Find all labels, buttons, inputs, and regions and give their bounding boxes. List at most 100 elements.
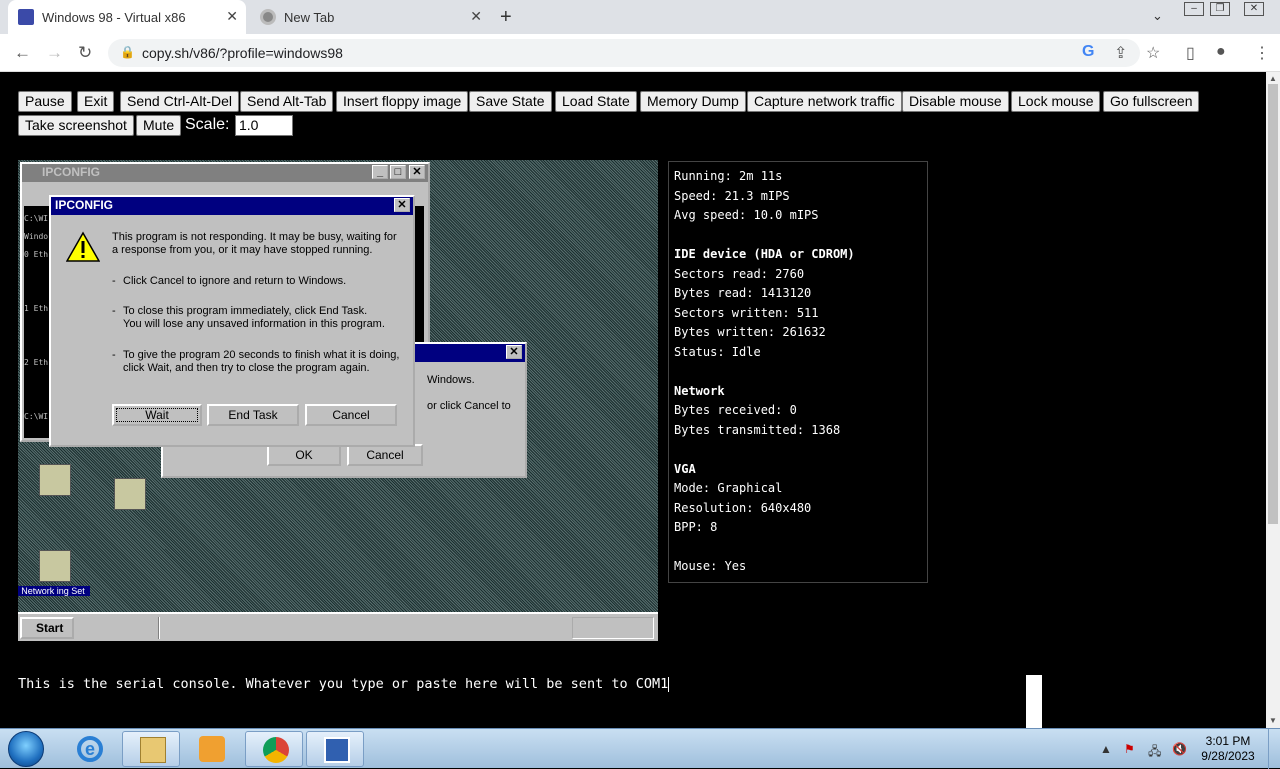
stat-bpp: BPP: 8 [674, 520, 718, 534]
lock-mouse-button[interactable]: Lock mouse [1011, 91, 1101, 112]
profile-avatar-icon[interactable]: ● [1216, 43, 1226, 61]
show-desktop-button[interactable] [1268, 729, 1280, 769]
back-arrow-icon[interactable]: ← [14, 43, 31, 63]
lock-icon[interactable]: 🔒 [120, 45, 135, 59]
tab-new-tab[interactable]: New Tab ✕ [250, 0, 490, 34]
dialog-titlebar[interactable]: IPCONFIG ✕ [51, 197, 413, 215]
console-maximize-icon[interactable]: □ [390, 165, 406, 179]
end-task-button[interactable]: End Task [207, 404, 299, 426]
console-titlebar[interactable]: IPCONFIG _ □ ✕ [22, 164, 428, 182]
close-tab-icon[interactable]: ✕ [470, 8, 482, 25]
serial-console[interactable]: This is the serial console. Whatever you… [18, 674, 1042, 730]
close-window-icon[interactable]: ✕ [1244, 2, 1264, 16]
cancel-button[interactable]: Cancel [305, 404, 397, 426]
serial-console-scrollbar[interactable] [1026, 675, 1042, 728]
disable-mouse-button[interactable]: Disable mouse [902, 91, 1009, 112]
go-fullscreen-button[interactable]: Go fullscreen [1103, 91, 1200, 112]
start-label: Start [36, 621, 64, 635]
volume-muted-icon[interactable]: 🔇 [1172, 742, 1187, 756]
serial-console-text: This is the serial console. Whatever you… [18, 676, 669, 692]
v86-favicon-icon [18, 9, 34, 25]
taskbar-divider [158, 617, 160, 639]
insert-floppy-button[interactable]: Insert floppy image [336, 91, 469, 112]
send-ctrl-alt-del-button[interactable]: Send Ctrl-Alt-Del [120, 91, 240, 112]
address-bar[interactable]: 🔒 copy.sh/v86/?profile=windows98 [108, 39, 1140, 67]
share-icon[interactable]: ⇪ [1114, 43, 1127, 63]
desktop-icon-networking[interactable] [39, 550, 71, 582]
stat-avg-speed: Avg speed: 10.0 mIPS [674, 208, 819, 222]
stat-bytes-transmitted: Bytes transmitted: 1368 [674, 422, 841, 437]
stat-mode: Mode: Graphical [674, 481, 783, 495]
tab-title: Windows 98 - Virtual x86 [42, 9, 186, 25]
tab-windows98[interactable]: Windows 98 - Virtual x86 ✕ [8, 0, 246, 34]
taskbar-chrome[interactable] [245, 731, 303, 767]
desktop-icon-network[interactable] [114, 478, 146, 510]
show-hidden-icons-icon[interactable]: ▲ [1100, 742, 1112, 756]
minimize-window-icon[interactable]: – [1184, 2, 1204, 16]
scroll-thumb[interactable] [1268, 84, 1278, 524]
take-screenshot-button[interactable]: Take screenshot [18, 115, 134, 136]
internet-explorer-icon: e [77, 736, 103, 762]
send-alt-tab-button[interactable]: Send Alt-Tab [240, 91, 334, 112]
taskbar-explorer[interactable] [122, 731, 180, 767]
system-clock[interactable]: 3:01 PM 9/28/2023 [1196, 734, 1260, 764]
console-title: IPCONFIG [42, 165, 101, 179]
mute-button[interactable]: Mute [136, 115, 182, 136]
taskbar-media-player[interactable] [182, 731, 240, 767]
action-center-icon[interactable]: ⚑ [1124, 742, 1135, 756]
scale-input[interactable]: 1.0 [235, 115, 293, 136]
stat-bytes-received: Bytes received: 0 [674, 403, 797, 417]
desktop-icon-label[interactable]: Network ing Set [18, 586, 90, 596]
tab-search-chevron-icon[interactable]: ⌄ [1152, 8, 1163, 24]
bullet-dash: - [112, 305, 116, 317]
load-state-button[interactable]: Load State [555, 91, 637, 112]
new-tab-plus-icon[interactable]: + [500, 6, 512, 29]
ok-button[interactable]: OK [267, 444, 341, 466]
taskbar-rdp[interactable] [306, 731, 364, 767]
save-state-button[interactable]: Save State [469, 91, 552, 112]
network-icon[interactable]: 🖧 [1148, 742, 1161, 763]
console-minimize-icon[interactable]: _ [372, 165, 388, 179]
stat-mouse: Mouse: Yes [674, 559, 747, 573]
windows-start-orb-icon[interactable] [8, 731, 44, 767]
vm-screen[interactable]: IPCONFIG _ □ ✕ C:\WI Windo 0 Eth 1 Eth 2… [18, 160, 658, 641]
console-line: C:\WI [24, 412, 49, 421]
console-close-icon[interactable]: ✕ [409, 165, 425, 179]
clock-date: 9/28/2023 [1201, 749, 1255, 763]
remote-desktop-icon [324, 737, 350, 763]
scroll-up-icon[interactable]: ▲ [1269, 74, 1277, 83]
bookmark-star-icon[interactable]: ☆ [1146, 43, 1160, 63]
forward-arrow-icon[interactable]: → [46, 43, 63, 63]
chrome-favicon-icon [260, 9, 276, 25]
google-icon[interactable]: G [1082, 43, 1094, 61]
secondary-cancel-button[interactable]: Cancel [347, 444, 423, 466]
not-responding-dialog[interactable]: IPCONFIG ✕ This program is not respondin… [49, 195, 415, 447]
emulator-stats-panel: Running: 2m 11s Speed: 21.3 mIPS Avg spe… [668, 161, 928, 583]
pause-button[interactable]: Pause [18, 91, 72, 112]
stat-resolution: Resolution: 640x480 [674, 500, 812, 515]
side-panel-icon[interactable]: ▯ [1186, 43, 1195, 63]
wait-button[interactable]: Wait [112, 404, 202, 426]
secondary-text: or click Cancel to [427, 400, 511, 412]
chrome-icon [263, 737, 289, 763]
win98-start-button[interactable]: Start [20, 617, 74, 639]
secondary-close-icon[interactable]: ✕ [506, 345, 522, 359]
reload-icon[interactable]: ↻ [78, 43, 92, 63]
desktop-icon-folder[interactable] [39, 464, 71, 496]
page-scrollbar[interactable]: ▲ ▼ [1266, 72, 1280, 728]
exit-button[interactable]: Exit [77, 91, 115, 112]
restore-window-icon[interactable]: ❐ [1210, 2, 1230, 16]
capture-network-traffic-button[interactable]: Capture network traffic [747, 91, 902, 112]
stat-bytes-read: Bytes read: 1413120 [674, 286, 812, 300]
kebab-menu-icon[interactable]: ⋮ [1254, 43, 1270, 63]
taskbar-ie[interactable]: e [60, 731, 118, 767]
console-line: Windo [24, 232, 49, 241]
memory-dump-button[interactable]: Memory Dump [640, 91, 746, 112]
scroll-down-icon[interactable]: ▼ [1269, 716, 1277, 725]
dialog-close-icon[interactable]: ✕ [394, 198, 410, 212]
stat-status: Status: Idle [674, 344, 761, 359]
stat-speed: Speed: 21.3 mIPS [674, 188, 790, 203]
dialog-bullet: Click Cancel to ignore and return to Win… [123, 275, 347, 287]
close-tab-icon[interactable]: ✕ [226, 8, 238, 25]
console-line: 1 Eth [24, 304, 49, 313]
